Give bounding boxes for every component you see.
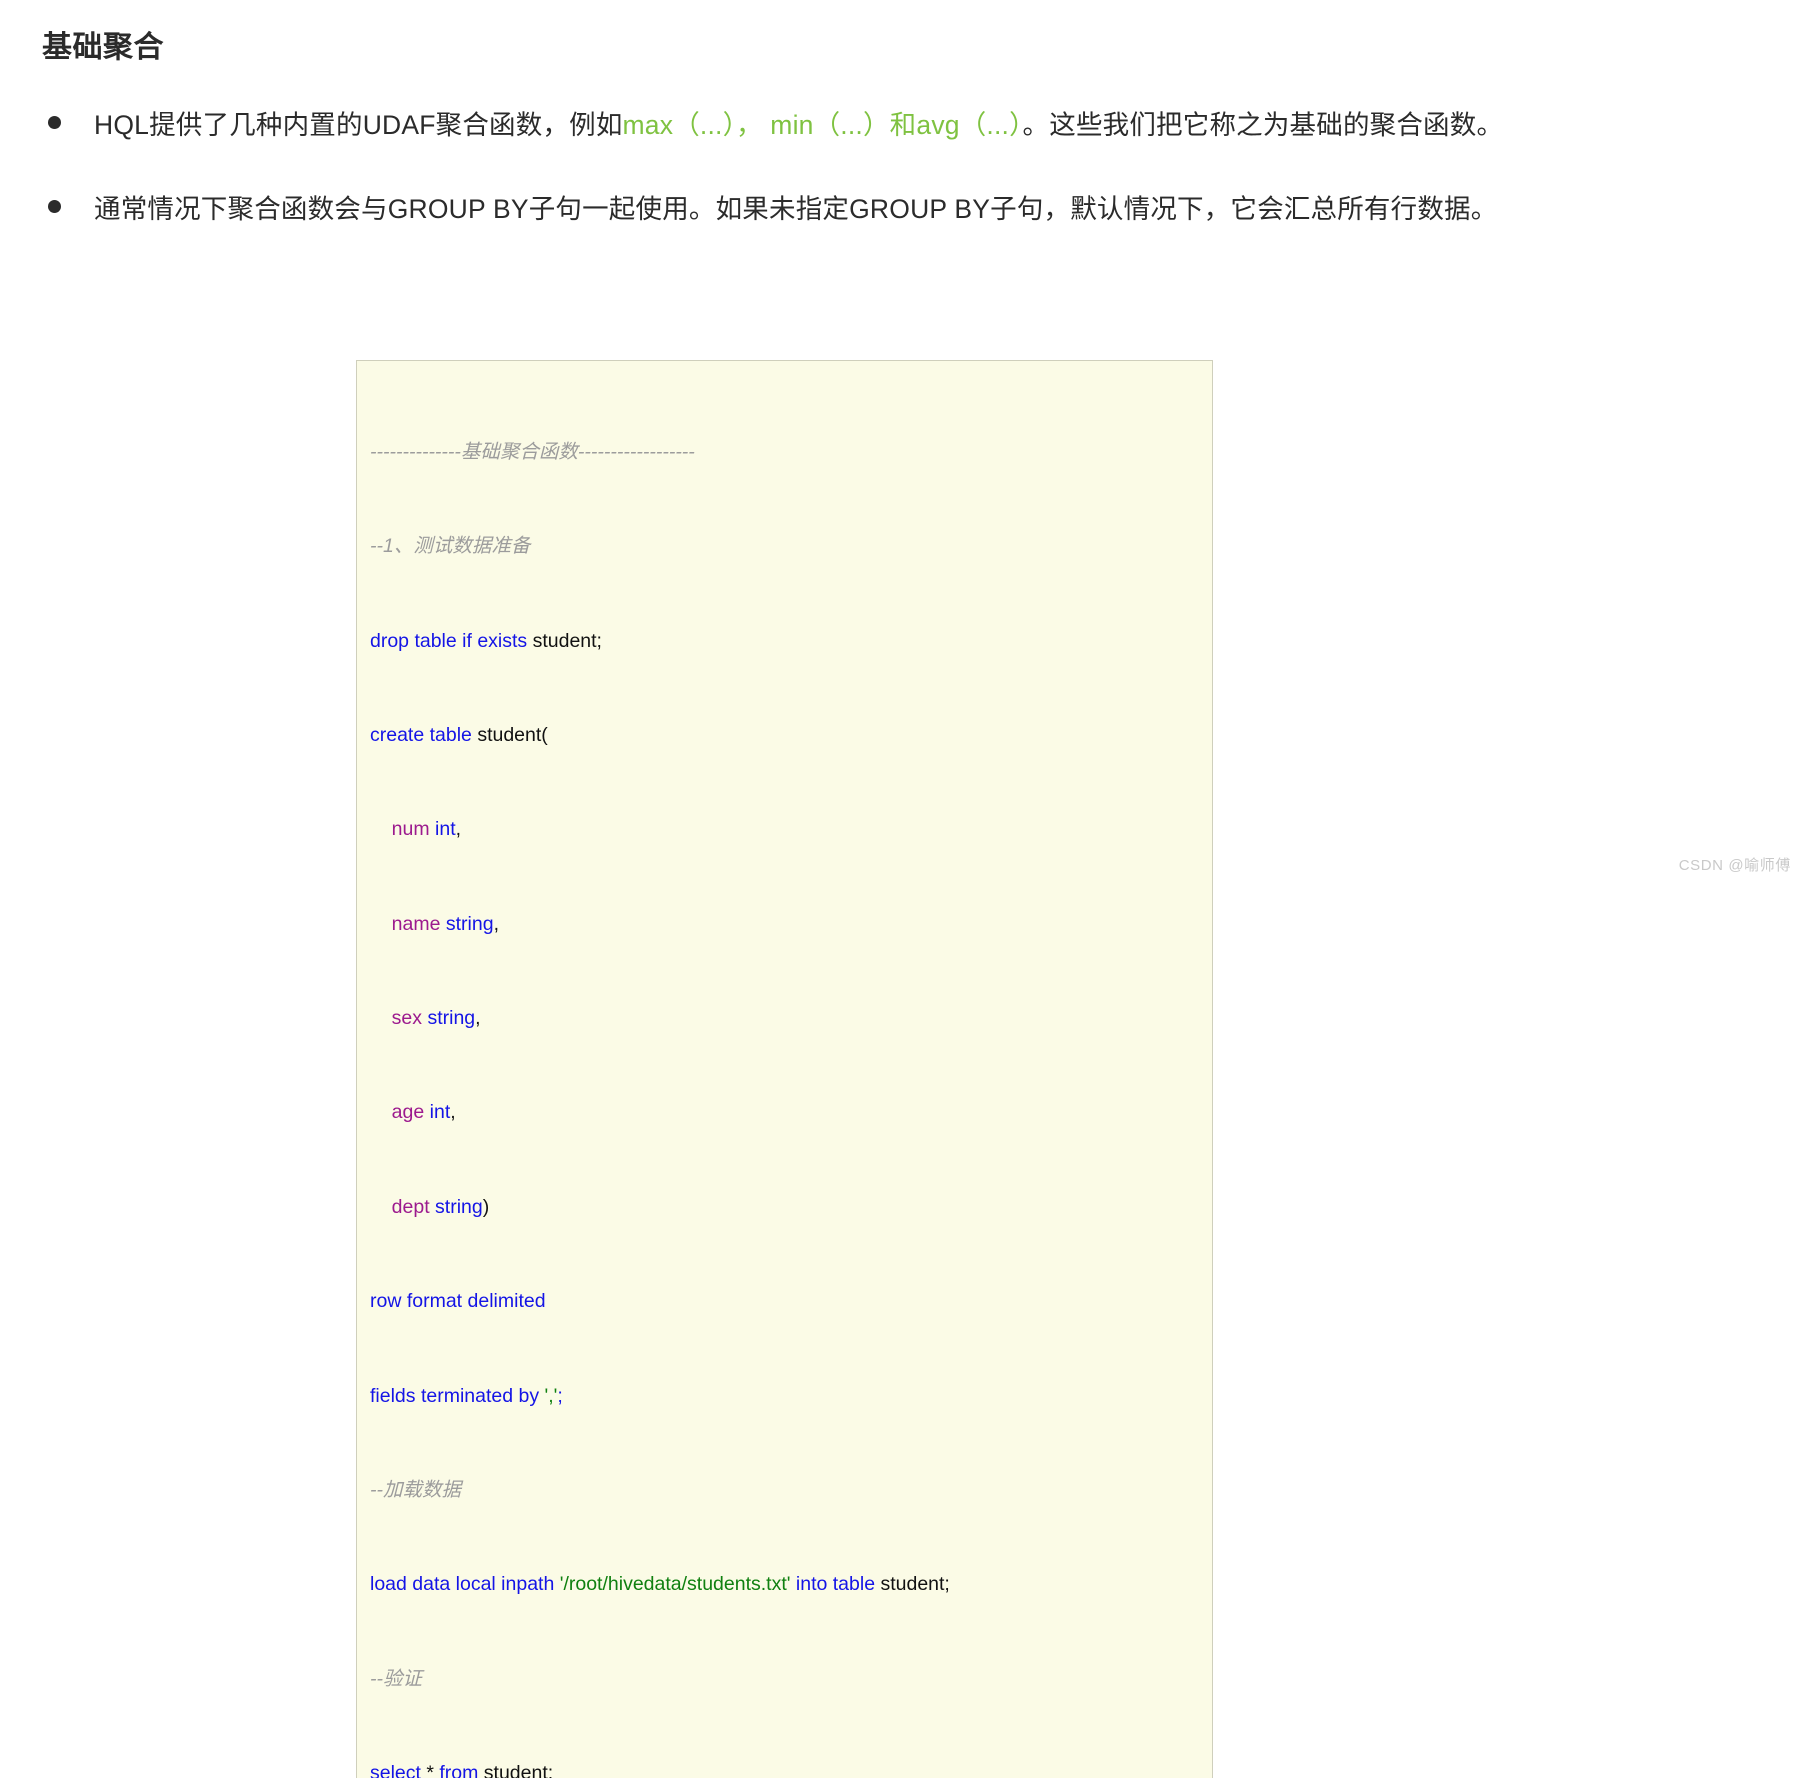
code-text: student( <box>471 723 548 746</box>
code-star: * <box>426 1762 434 1778</box>
code-line: sex string, <box>370 1007 1212 1031</box>
code-comment: --1、测试数据准备 <box>370 535 531 558</box>
code-keyword: fields terminated by <box>370 1384 545 1407</box>
watermark: CSDN @喻师傅 <box>1678 857 1791 874</box>
code-line: --------------基础聚合函数------------------ <box>370 441 1212 465</box>
code-column-name: dept <box>391 1195 430 1218</box>
code-line: drop table if exists student; <box>370 630 1212 654</box>
code-type: string <box>440 912 494 935</box>
bullet-text-highlight: max（...）， min（...）和avg（...） <box>622 110 1023 140</box>
list-item: 通常情况下聚合函数会与GROUP BY子句一起使用。如果未指定GROUP BY子… <box>42 182 1542 236</box>
code-text: student; <box>478 1762 554 1778</box>
code-text: student; <box>875 1573 950 1596</box>
list-item: HQL提供了几种内置的UDAF聚合函数，例如max（...）， min（...）… <box>42 98 1542 152</box>
code-keyword: row format delimited <box>370 1290 546 1313</box>
code-comment: --加载数据 <box>370 1478 461 1501</box>
code-text: ; <box>557 1384 563 1407</box>
code-column-name: num <box>391 818 430 841</box>
code-keyword: create table <box>370 723 472 746</box>
code-line: num int, <box>370 818 1212 842</box>
code-keyword: load data local inpath <box>370 1573 560 1596</box>
code-comment: --验证 <box>370 1667 422 1690</box>
bullet-text-part: 。这些我们把它称之为基础的聚合函数。 <box>1022 110 1504 140</box>
code-column-name: age <box>391 1101 425 1124</box>
document-page: 基础聚合 HQL提供了几种内置的UDAF聚合函数，例如max（...）， min… <box>0 0 1813 1778</box>
code-keyword: select <box>370 1762 427 1778</box>
code-text: , <box>450 1101 456 1124</box>
code-line: create table student( <box>370 724 1212 748</box>
code-line: load data local inpath '/root/hivedata/s… <box>370 1573 1212 1597</box>
code-line: name string, <box>370 913 1212 937</box>
code-block: --------------基础聚合函数------------------ -… <box>356 360 1213 1778</box>
code-line: --加载数据 <box>370 1479 1212 1503</box>
code-line: row format delimited <box>370 1290 1212 1314</box>
code-line: --1、测试数据准备 <box>370 535 1212 559</box>
code-column-name: name <box>391 912 441 935</box>
code-text: , <box>475 1007 481 1030</box>
code-line: age int, <box>370 1101 1212 1125</box>
code-keyword: into table <box>790 1573 876 1596</box>
code-text: student; <box>527 629 602 652</box>
code-text: , <box>455 818 462 841</box>
code-string: '/root/hivedata/students.txt' <box>559 1573 791 1596</box>
code-column-name: sex <box>391 1007 423 1030</box>
code-text: ) <box>482 1195 490 1218</box>
bullet-dot-icon <box>48 200 61 213</box>
code-line: --验证 <box>370 1668 1212 1692</box>
code-line: dept string) <box>370 1196 1212 1220</box>
code-type: int <box>424 1101 451 1124</box>
bullet-list: HQL提供了几种内置的UDAF聚合函数，例如max（...）， min（...）… <box>42 98 1542 266</box>
bullet-text-part: HQL提供了几种内置的UDAF聚合函数，例如 <box>94 110 623 140</box>
page-title: 基础聚合 <box>42 31 164 65</box>
code-comment: --------------基础聚合函数------------------ <box>370 440 695 463</box>
code-keyword: drop table if exists <box>370 629 528 652</box>
code-line: fields terminated by ','; <box>370 1385 1212 1409</box>
code-keyword: from <box>433 1762 479 1778</box>
code-type: string <box>429 1195 483 1218</box>
code-line: select * from student; <box>370 1762 1212 1778</box>
bullet-text-part: 通常情况下聚合函数会与GROUP BY子句一起使用。如果未指定GROUP BY子… <box>94 194 1498 224</box>
code-type: string <box>422 1007 476 1030</box>
code-type: int <box>429 818 456 841</box>
bullet-dot-icon <box>48 116 61 129</box>
code-text: , <box>493 912 499 935</box>
code-string: ',' <box>544 1384 558 1407</box>
